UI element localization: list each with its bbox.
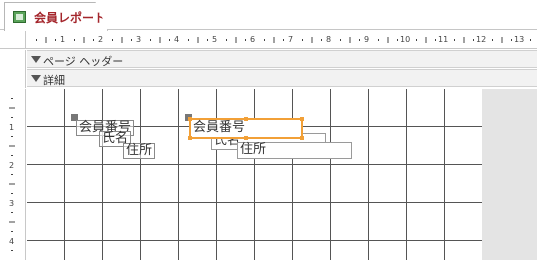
ruler-ticks [36, 37, 531, 43]
collapse-arrow-icon [31, 56, 41, 63]
ruler-mark-12: 12 [476, 35, 487, 44]
report-tab[interactable]: 会員レポート [4, 2, 108, 31]
ruler-mark-1: 1 [60, 35, 66, 44]
document-tab-bar: 会員レポート [0, 0, 537, 31]
vruler-mark-3: 3 [9, 199, 15, 208]
section-selector-strip [0, 50, 26, 88]
detail-section-label: 詳細 [43, 74, 65, 87]
vertical-ruler-ticks [9, 98, 15, 251]
ruler-mark-11: 11 [438, 35, 449, 44]
report-icon [13, 11, 26, 23]
ruler-mark-4: 4 [174, 35, 180, 44]
detail-section-bar[interactable]: 詳細 [27, 69, 537, 87]
ruler-mark-8: 8 [326, 35, 332, 44]
ruler-mark-2: 2 [98, 35, 104, 44]
vruler-mark-4: 4 [9, 237, 15, 246]
field-address[interactable]: 住所 [237, 142, 352, 159]
resize-handle[interactable] [244, 117, 248, 121]
out-of-report-area [482, 89, 537, 260]
resize-handle[interactable] [300, 136, 304, 140]
resize-handle[interactable] [244, 136, 248, 140]
resize-handle[interactable] [188, 136, 192, 140]
collapse-arrow-icon [31, 75, 41, 82]
vruler-mark-2: 2 [9, 161, 15, 170]
horizontal-ruler[interactable]: 1 2 3 4 5 6 7 8 9 10 11 12 13 [0, 31, 537, 49]
page-header-section-label: ページ ヘッダー [43, 55, 124, 68]
page-header-section-bar[interactable]: ページ ヘッダー [27, 50, 537, 68]
ruler-mark-3: 3 [136, 35, 142, 44]
vruler-mark-1: 1 [9, 123, 15, 132]
ruler-mark-5: 5 [212, 35, 218, 44]
ruler-mark-10: 10 [400, 35, 411, 44]
resize-handle[interactable] [188, 117, 192, 121]
report-tab-label: 会員レポート [34, 11, 107, 25]
ruler-mark-7: 7 [288, 35, 294, 44]
resize-handle[interactable] [300, 117, 304, 121]
detail-design-grid[interactable] [27, 89, 482, 260]
vertical-ruler[interactable]: 1 2 3 4 [0, 89, 26, 260]
ruler-mark-13: 13 [514, 35, 525, 44]
label-address[interactable]: 住所 [123, 143, 156, 159]
ruler-mark-6: 6 [250, 35, 256, 44]
ruler-mark-9: 9 [364, 35, 370, 44]
